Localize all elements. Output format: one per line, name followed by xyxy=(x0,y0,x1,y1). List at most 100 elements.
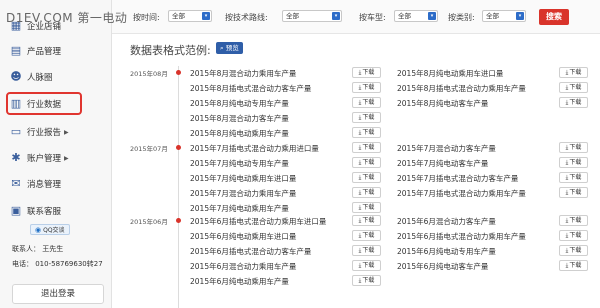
download-button[interactable]: ⤓ 下载 xyxy=(352,260,381,271)
download-icon: ⤓ xyxy=(565,69,569,76)
download-button[interactable]: ⤓ 下载 xyxy=(352,97,381,108)
report-link[interactable]: 2015年7月纯电动乘用车产量 xyxy=(190,203,289,214)
download-label: 下载 xyxy=(362,277,375,284)
report-link[interactable]: 2015年7月纯电动专用车产量 xyxy=(190,158,289,169)
download-button[interactable]: ⤓ 下载 xyxy=(352,275,381,286)
report-link[interactable]: 2015年8月插电式混合动力客车产量 xyxy=(190,83,311,94)
download-icon: ⤓ xyxy=(358,174,362,181)
download-button[interactable]: ⤓ 下载 xyxy=(352,67,381,78)
sidebar-item-1[interactable]: ▤ 产品管理 xyxy=(10,42,61,60)
sidebar-item-7[interactable]: ▣ 联系客服 xyxy=(10,202,61,220)
download-button[interactable]: ⤓ 下载 xyxy=(352,215,381,226)
preview-label: 预览 xyxy=(225,44,239,52)
download-button[interactable]: ⤓ 下载 xyxy=(352,172,381,183)
report-link[interactable]: 2015年6月纯电动乘用车进口量 xyxy=(190,231,296,242)
report-link[interactable]: 2015年7月纯电动乘用车进口量 xyxy=(190,173,296,184)
contact-person: 联系人： 王先生 xyxy=(12,245,64,253)
chevron-down-icon: ▾ xyxy=(202,12,210,20)
chevron-down-icon: ▾ xyxy=(516,12,524,20)
sidebar-item-2[interactable]: ☻ 人脉圈 xyxy=(10,68,52,86)
download-button[interactable]: ⤓ 下载 xyxy=(352,187,381,198)
time-filter-select[interactable]: 全部 ▾ xyxy=(168,10,212,22)
report-link[interactable]: 2015年7月插电式混合动力乘用进口量 xyxy=(190,143,319,154)
report-link[interactable]: 2015年6月纯电动专用车产量 xyxy=(397,246,496,257)
download-label: 下载 xyxy=(362,84,375,91)
report-link[interactable]: 2015年6月插电式混合动力乘用车进口量 xyxy=(190,216,326,227)
download-icon: ⤓ xyxy=(565,84,569,91)
search-button[interactable]: 搜索 xyxy=(539,9,569,25)
download-button[interactable]: ⤓ 下载 xyxy=(352,245,381,256)
download-button[interactable]: ⤓ 下载 xyxy=(559,67,588,78)
download-icon: ⤓ xyxy=(565,144,569,151)
sidebar-item-label: 消息管理 xyxy=(27,180,62,190)
sidebar-item-4[interactable]: ▭ 行业报告 ▶ xyxy=(10,123,69,141)
download-button[interactable]: ⤓ 下载 xyxy=(559,172,588,183)
report-icon: ▭ xyxy=(10,125,22,138)
download-button[interactable]: ⤓ 下载 xyxy=(352,202,381,213)
download-button[interactable]: ⤓ 下载 xyxy=(352,82,381,93)
download-button[interactable]: ⤓ 下载 xyxy=(352,157,381,168)
report-link[interactable]: 2015年7月混合动力客车产量 xyxy=(397,143,496,154)
download-label: 下载 xyxy=(569,84,582,91)
sidebar-item-5[interactable]: ✱ 账户管理 ▶ xyxy=(10,149,68,167)
download-label: 下载 xyxy=(569,189,582,196)
download-button[interactable]: ⤓ 下载 xyxy=(559,245,588,256)
download-icon: ⤓ xyxy=(358,144,362,151)
model-filter-select[interactable]: 全部 ▾ xyxy=(394,10,438,22)
download-icon: ⤓ xyxy=(358,69,362,76)
download-button[interactable]: ⤓ 下载 xyxy=(352,112,381,123)
download-icon: ⤓ xyxy=(565,262,569,269)
route-filter-select[interactable]: 全部 ▾ xyxy=(282,10,342,22)
page-title: 数据表格式范例: xyxy=(130,44,211,57)
download-label: 下载 xyxy=(362,262,375,269)
download-label: 下载 xyxy=(362,129,375,136)
download-icon: ⤓ xyxy=(358,114,362,121)
download-button[interactable]: ⤓ 下载 xyxy=(559,230,588,241)
report-link[interactable]: 2015年6月纯电动客车产量 xyxy=(397,261,488,272)
report-link[interactable]: 2015年8月纯电动客车产量 xyxy=(397,98,488,109)
report-link[interactable]: 2015年7月混合动力乘用车产量 xyxy=(190,188,296,199)
download-button[interactable]: ⤓ 下载 xyxy=(559,215,588,226)
download-label: 下载 xyxy=(362,174,375,181)
report-link[interactable]: 2015年6月插电式混合动力客车产量 xyxy=(190,246,311,257)
download-button[interactable]: ⤓ 下载 xyxy=(559,142,588,153)
download-button[interactable]: ⤓ 下载 xyxy=(559,260,588,271)
service-icon: ▣ xyxy=(10,204,22,217)
download-button[interactable]: ⤓ 下载 xyxy=(559,82,588,93)
report-link[interactable]: 2015年6月混合动力乘用车产量 xyxy=(190,261,296,272)
download-label: 下载 xyxy=(569,69,582,76)
download-button[interactable]: ⤓ 下载 xyxy=(559,187,588,198)
download-label: 下载 xyxy=(569,232,582,239)
report-link[interactable]: 2015年6月插电式混合动力乘用车产量 xyxy=(397,231,526,242)
download-button[interactable]: ⤓ 下载 xyxy=(352,142,381,153)
download-button[interactable]: ⤓ 下载 xyxy=(559,97,588,108)
download-label: 下载 xyxy=(362,204,375,211)
report-link[interactable]: 2015年8月插电式混合动力乘用车产量 xyxy=(397,83,526,94)
sidebar-item-6[interactable]: ✉ 消息管理 xyxy=(10,175,61,193)
report-link[interactable]: 2015年8月纯电动乘用车产量 xyxy=(190,128,289,139)
preview-button[interactable]: ⌕ 预览 xyxy=(216,42,243,54)
category-filter-select[interactable]: 全部 ▾ xyxy=(482,10,526,22)
report-link[interactable]: 2015年8月纯电动专用车产量 xyxy=(190,98,289,109)
report-link[interactable]: 2015年8月混合动力乘用车产量 xyxy=(190,68,296,79)
download-button[interactable]: ⤓ 下载 xyxy=(352,230,381,241)
report-link[interactable]: 2015年7月插电式混合动力乘用车产量 xyxy=(397,188,526,199)
download-label: 下载 xyxy=(362,232,375,239)
report-link[interactable]: 2015年8月混合动力客车产量 xyxy=(190,113,289,124)
download-label: 下载 xyxy=(362,144,375,151)
report-link[interactable]: 2015年7月插电式混合动力客车产量 xyxy=(397,173,518,184)
report-link[interactable]: 2015年7月纯电动客车产量 xyxy=(397,158,488,169)
download-button[interactable]: ⤓ 下载 xyxy=(352,127,381,138)
download-icon: ⤓ xyxy=(565,247,569,254)
download-button[interactable]: ⤓ 下载 xyxy=(559,157,588,168)
report-link[interactable]: 2015年8月纯电动乘用车进口量 xyxy=(397,68,503,79)
logout-button[interactable]: 退出登录 xyxy=(12,284,104,304)
sidebar-item-label: 行业报告 xyxy=(27,128,62,138)
report-link[interactable]: 2015年6月混合动力客车产量 xyxy=(397,216,496,227)
download-icon: ⤓ xyxy=(565,189,569,196)
download-label: 下载 xyxy=(362,69,375,76)
report-link[interactable]: 2015年6月纯电动乘用车产量 xyxy=(190,276,289,287)
qq-chat-button[interactable]: ◉ QQ交谈 xyxy=(30,224,70,235)
download-icon: ⤓ xyxy=(358,189,362,196)
download-icon: ⤓ xyxy=(358,232,362,239)
